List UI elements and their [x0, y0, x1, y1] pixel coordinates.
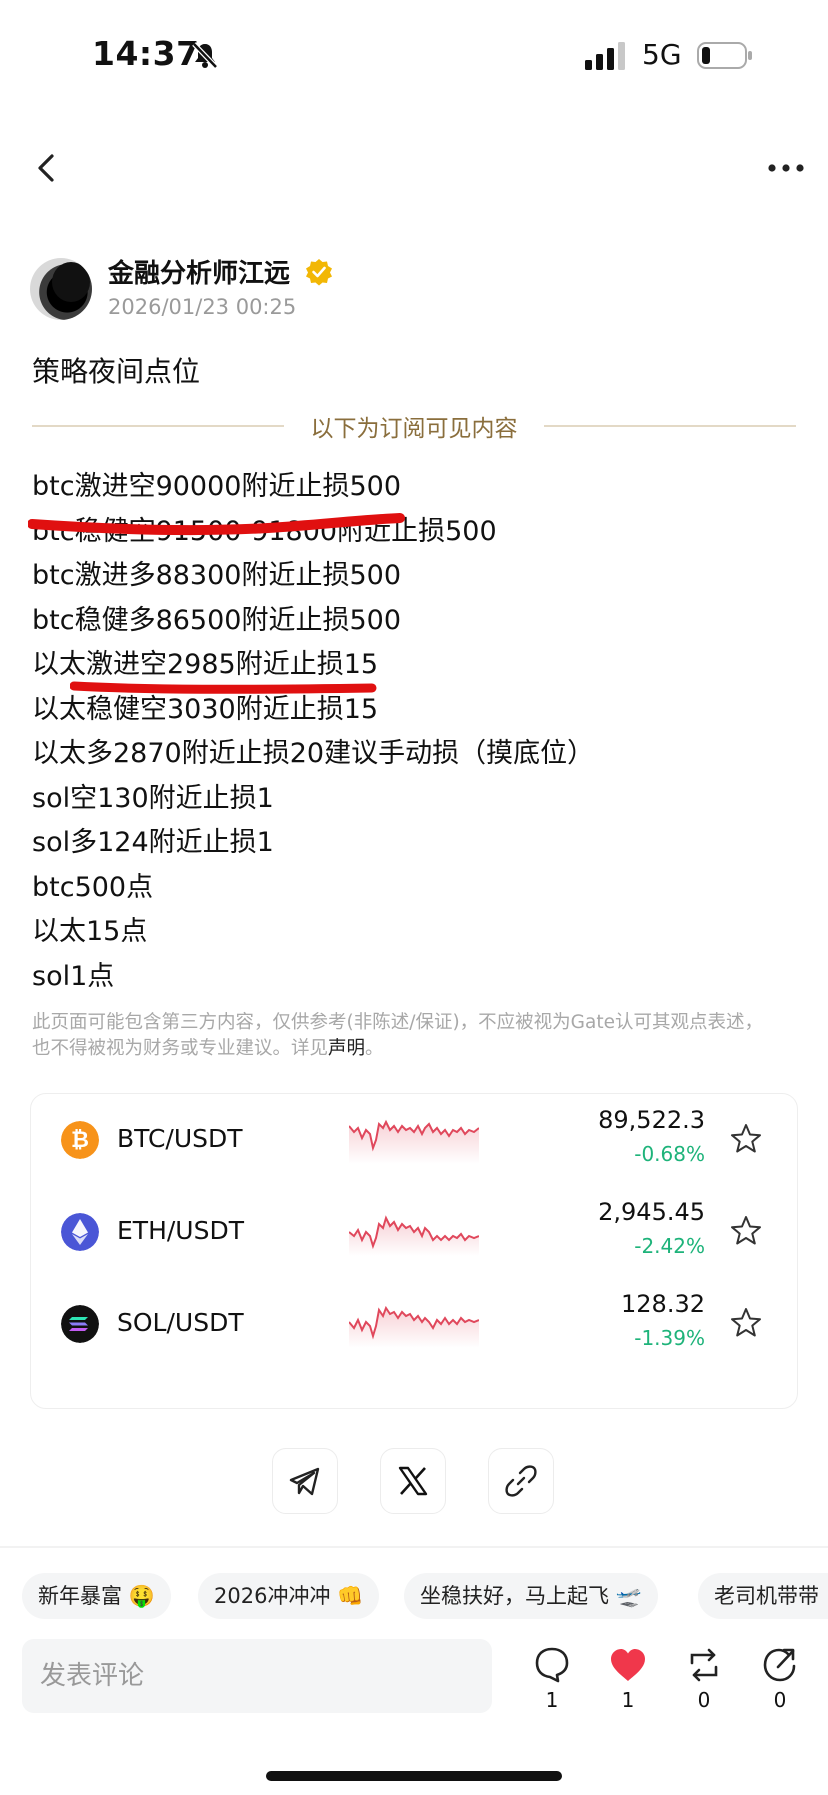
post-line: 以太15点 [32, 916, 148, 947]
disclaimer: 此页面可能包含第三方内容，仅供参考(非陈述/保证)，不应被视为Gate认可其观点… [32, 1010, 777, 1062]
share-x-button[interactable] [380, 1448, 446, 1514]
share-telegram-button[interactable] [272, 1448, 338, 1514]
like-count: 1 [621, 1688, 635, 1712]
market-pair: SOL/USDT [117, 1308, 244, 1337]
post-line: 以太多2870附近止损20建议手动损（摸底位） [32, 738, 595, 769]
more-options-icon[interactable] [766, 156, 806, 180]
market-price: 89,522.3 [598, 1106, 705, 1134]
repost-count: 0 [697, 1688, 711, 1712]
repost-icon[interactable] [680, 1645, 728, 1685]
verified-badge-icon [306, 259, 332, 286]
post-title: 策略夜间点位 [32, 355, 201, 388]
sparkline-chart [349, 1215, 479, 1256]
post-line: sol空130附近止损1 [32, 782, 274, 814]
battery-icon [697, 42, 752, 69]
status-time: 14:37 [92, 34, 200, 73]
author-name[interactable]: 金融分析师江远 [108, 253, 290, 290]
market-change: -1.39% [634, 1326, 705, 1350]
post-line: 以太稳健空3030附近止损15 [32, 693, 379, 725]
copy-link-button[interactable] [488, 1448, 554, 1514]
quick-reply-chip[interactable]: 坐稳扶好，马上起飞 🛫 [404, 1573, 658, 1619]
share-count: 0 [773, 1688, 787, 1712]
post-line: btc稳健多86500附近止损500 [32, 604, 401, 636]
bitcoin-icon: ₿ [61, 1121, 99, 1159]
disclaimer-text: 此页面可能包含第三方内容，仅供参考(非陈述/保证)，不应被视为Gate认可其观点… [32, 1012, 763, 1059]
post-body: btc激进空90000附近止损500 btc稳健空91500-91800附近止损… [32, 465, 812, 999]
disclaimer-end: 。 [365, 1038, 384, 1059]
ethereum-icon [61, 1213, 99, 1251]
comment-input[interactable]: 发表评论 [22, 1639, 492, 1713]
favorite-star-icon[interactable] [729, 1214, 763, 1248]
link-icon [505, 1465, 537, 1497]
market-row[interactable]: ETH/USDT 2,945.45 -2.42% [31, 1186, 797, 1278]
sparkline-chart [349, 1119, 479, 1164]
post-timestamp: 2026/01/23 00:25 [108, 295, 297, 319]
post-line: sol1点 [32, 960, 115, 992]
bell-muted-icon [192, 42, 218, 69]
post-line: btc500点 [32, 871, 154, 903]
market-price: 128.32 [621, 1290, 705, 1318]
quick-reply-chip[interactable]: 2026冲冲冲 👊 [198, 1573, 380, 1619]
back-arrow-icon[interactable] [30, 148, 64, 188]
favorite-star-icon[interactable] [729, 1122, 763, 1156]
post-line: btc激进多88300附近止损500 [32, 560, 401, 591]
statement-link[interactable]: 声明 [328, 1038, 365, 1059]
author-avatar[interactable] [30, 258, 92, 320]
market-change: -2.42% [634, 1234, 705, 1258]
post-line: btc稳健空91500-91800附近止损500 [32, 515, 497, 547]
quick-reply-chip[interactable]: 老司机带带 [698, 1573, 828, 1619]
comment-icon[interactable] [528, 1645, 576, 1685]
divider-line [544, 425, 796, 427]
market-change: -0.68% [634, 1142, 705, 1166]
telegram-icon [289, 1467, 320, 1496]
network-type: 5G [642, 38, 682, 71]
solana-icon [61, 1305, 99, 1343]
sparkline-chart [349, 1305, 479, 1348]
market-pair: ETH/USDT [117, 1216, 244, 1245]
signal-strength-icon [585, 42, 625, 70]
market-row[interactable]: ₿ BTC/USDT 89,522.3 -0.68% [31, 1094, 797, 1186]
comment-count: 1 [545, 1688, 559, 1712]
post-line: 以太激进空2985附近止损15 [32, 649, 379, 680]
post-line: sol多124附近止损1 [32, 827, 274, 858]
section-separator [0, 1546, 828, 1548]
market-price: 2,945.45 [598, 1198, 705, 1226]
favorite-star-icon[interactable] [729, 1306, 763, 1340]
market-pair: BTC/USDT [117, 1124, 243, 1153]
quick-reply-chip[interactable]: 新年暴富 🤑 [22, 1573, 171, 1619]
share-icon[interactable] [756, 1645, 804, 1685]
heart-liked-icon[interactable] [604, 1645, 652, 1685]
market-row[interactable]: SOL/USDT 128.32 -1.39% [31, 1278, 797, 1370]
home-indicator [266, 1771, 562, 1781]
x-logo-icon [398, 1466, 428, 1496]
market-card: ₿ BTC/USDT 89,522.3 -0.68% ETH/USDT 2,94… [30, 1093, 798, 1409]
svg-text:₿: ₿ [71, 1128, 89, 1153]
post-line: btc激进空90000附近止损500 [32, 471, 401, 502]
